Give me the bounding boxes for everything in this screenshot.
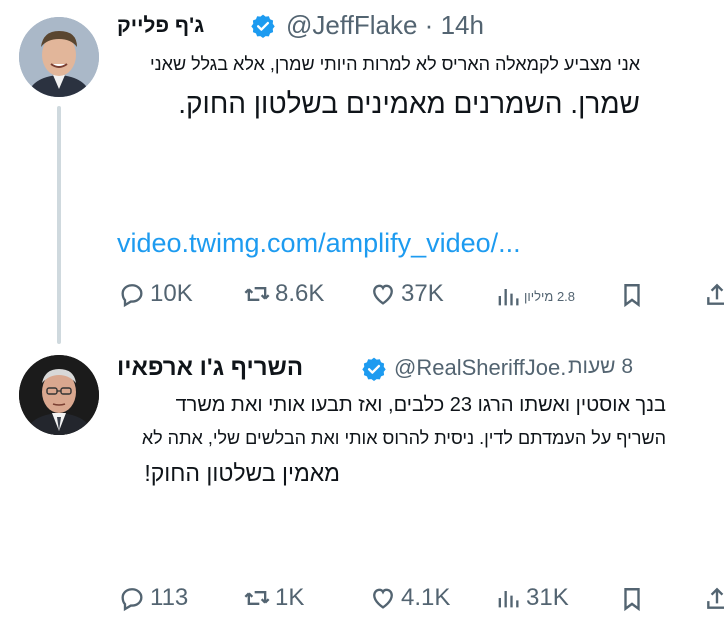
tweet1-text-line2: שמרן. השמרנים מאמינים בשלטון החוק.: [178, 88, 640, 119]
tweet2-author-name[interactable]: השריף ג'ו ארפאיו: [117, 354, 303, 382]
tweet1-author-name[interactable]: ג'ף פלייק: [117, 14, 204, 38]
share-icon: [707, 283, 724, 305]
tweet1-like-button[interactable]: 37K: [369, 280, 444, 308]
avatar-portrait-image: [19, 17, 99, 97]
tweet2-repost-button[interactable]: 1K: [243, 584, 304, 612]
jeff-flake-avatar[interactable]: [19, 17, 99, 97]
share-icon: [707, 587, 724, 609]
tweet2-reply-button[interactable]: 113: [118, 584, 188, 612]
tweet1-handle[interactable]: @JeffFlake: [286, 10, 417, 40]
tweet1-reply-button[interactable]: 10K: [118, 280, 193, 308]
tweet2-repost-count: 1K: [275, 584, 305, 611]
tweet2-view-count: 31K: [526, 584, 569, 611]
tweet1-view-count: 2.8 מיליון: [524, 288, 576, 304]
tweet1-bookmark-button[interactable]: [619, 282, 645, 313]
tweet2-views-button[interactable]: 31K: [494, 584, 569, 612]
sheriff-joe-avatar[interactable]: [19, 355, 99, 435]
tweet2-text-line2: השריף על העמדתם לדין. ניסית להרוס אותי ו…: [141, 428, 666, 448]
tweet1-separator: ·: [424, 10, 434, 40]
bookmark-icon: [624, 284, 640, 308]
tweet2-like-count: 4.1K: [401, 584, 451, 611]
tweet2-bookmark-button[interactable]: [619, 586, 645, 617]
repost-icon: [244, 591, 270, 605]
tweet1-header-meta: @JeffFlake · 14h: [286, 10, 484, 41]
tweet1-timestamp[interactable]: 14h: [441, 10, 484, 40]
avatar-portrait-image: [19, 355, 99, 435]
like-icon: [373, 588, 393, 609]
reply-icon: [121, 588, 143, 612]
tweet2-reply-count: 113: [150, 584, 189, 611]
tweet1-repost-count: 8.6K: [275, 280, 325, 307]
tweet1-share-button[interactable]: [704, 282, 724, 313]
tweet2-handle[interactable]: @RealSheriffJoe.: [394, 355, 566, 381]
tweet1-like-count: 37K: [401, 280, 444, 307]
bookmark-icon: [624, 588, 640, 612]
tweet2-like-button[interactable]: 4.1K: [369, 584, 450, 612]
tweet1-reply-count: 10K: [150, 280, 193, 307]
reply-icon: [121, 284, 143, 308]
tweet2-share-button[interactable]: [704, 586, 724, 617]
tweet1-views-button[interactable]: 2.8 מיליון: [494, 282, 575, 310]
tweet1-repost-button[interactable]: 8.6K: [243, 280, 324, 308]
thread-connector-line: [57, 106, 61, 344]
verified-badge-icon: [251, 14, 275, 39]
views-icon: [498, 289, 519, 306]
like-icon: [373, 284, 393, 305]
tweet1-video-link[interactable]: video.twimg.com/amplify_video/...: [117, 228, 521, 259]
repost-icon: [244, 287, 270, 301]
tweet2-text-line1: בנך אוסטין ואשתו הרגו 23 כלבים, ואז תבעו…: [175, 394, 666, 416]
views-icon: [498, 591, 519, 608]
tweet1-text-line1: אני מצביע לקמאלה האריס לא למרות היותי שמ…: [150, 54, 640, 74]
verified-badge-icon: [362, 357, 386, 382]
tweet2-timestamp[interactable]: 8 שעות: [568, 355, 633, 379]
tweet2-text-line3: מאמין בשלטון החוק!: [144, 460, 340, 486]
